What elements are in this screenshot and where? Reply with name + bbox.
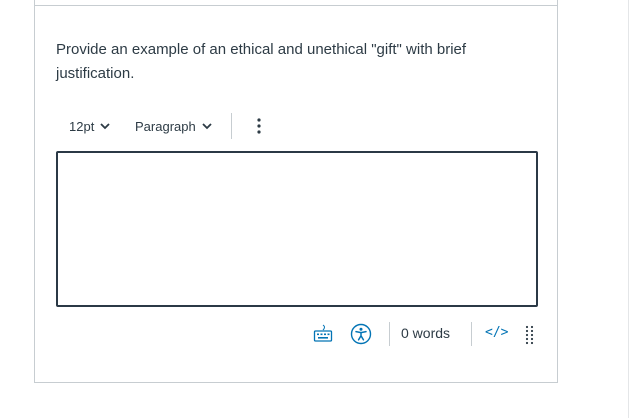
question-text: Provide an example of an ethical and une… <box>56 41 467 82</box>
font-size-dropdown[interactable]: 12pt <box>69 113 110 139</box>
block-format-dropdown[interactable]: Paragraph <box>135 113 212 139</box>
word-count: 0 words <box>401 325 451 341</box>
block-format-label: Paragraph <box>135 118 196 134</box>
question-card: Provide an example of an ethical and une… <box>34 0 558 383</box>
accessibility-icon[interactable] <box>350 323 372 345</box>
chevron-down-icon <box>202 122 212 130</box>
font-size-label: 12pt <box>69 118 95 134</box>
rich-text-editor[interactable] <box>56 151 538 307</box>
keyboard-icon[interactable] <box>312 323 334 345</box>
chevron-down-icon <box>100 122 110 130</box>
toolbar-divider <box>231 113 232 139</box>
window-edge <box>628 0 629 418</box>
editor-status-bar: 0 words </> <box>310 320 550 348</box>
more-vertical-icon[interactable] <box>252 113 266 139</box>
status-divider <box>471 322 472 346</box>
editor-toolbar: 12pt Paragraph <box>56 113 536 139</box>
status-divider <box>389 322 390 346</box>
card-divider <box>35 5 557 6</box>
drag-handle-icon[interactable] <box>525 325 535 345</box>
html-editor-toggle[interactable]: </> <box>485 325 508 340</box>
